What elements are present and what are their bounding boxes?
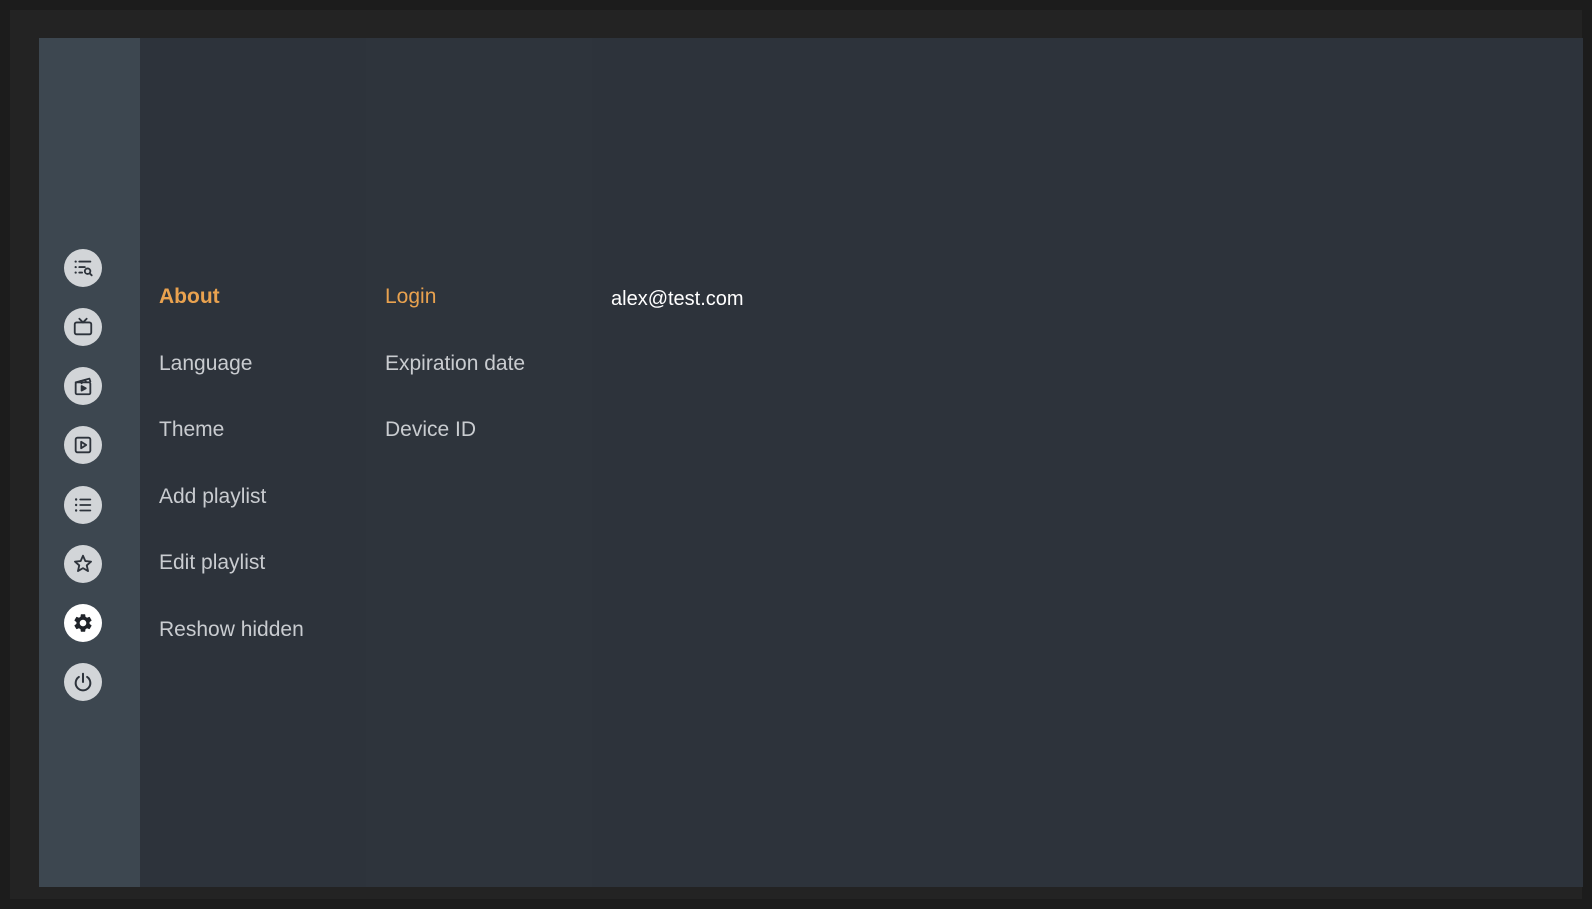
search-list-button[interactable] [64, 249, 102, 287]
submenu-item-device-id[interactable]: Device ID [385, 417, 476, 443]
sidebar-rail [39, 38, 140, 887]
power-button[interactable] [64, 663, 102, 701]
app-screen: About Language Theme Add playlist Edit p… [39, 38, 1583, 887]
movies-icon [74, 377, 92, 396]
live-tv-button[interactable] [64, 308, 102, 346]
menu-item-about[interactable]: About [159, 284, 220, 310]
live-tv-icon [73, 317, 93, 336]
menu-item-theme[interactable]: Theme [159, 417, 224, 443]
playlist-button[interactable] [64, 486, 102, 524]
series-button[interactable] [64, 426, 102, 464]
submenu-item-expiration-date[interactable]: Expiration date [385, 351, 525, 377]
detail-panel: alex@test.com [592, 38, 1583, 887]
power-icon [74, 672, 92, 692]
settings-icon [74, 614, 92, 632]
settings-menu: About Language Theme Add playlist Edit p… [140, 38, 366, 887]
favorites-icon [74, 554, 92, 572]
submenu-item-login[interactable]: Login [385, 284, 436, 310]
menu-item-reshow-hidden[interactable]: Reshow hidden [159, 617, 304, 643]
search-list-icon [74, 260, 93, 277]
about-submenu: Login Expiration date Device ID [366, 38, 592, 887]
playlist-icon [74, 498, 92, 512]
movies-button[interactable] [64, 367, 102, 405]
series-icon [74, 436, 92, 454]
menu-item-language[interactable]: Language [159, 351, 252, 377]
settings-button[interactable] [64, 604, 102, 642]
menu-item-edit-playlist[interactable]: Edit playlist [159, 550, 265, 576]
menu-item-add-playlist[interactable]: Add playlist [159, 484, 266, 510]
favorites-button[interactable] [64, 545, 102, 583]
login-value: alex@test.com [611, 288, 744, 310]
